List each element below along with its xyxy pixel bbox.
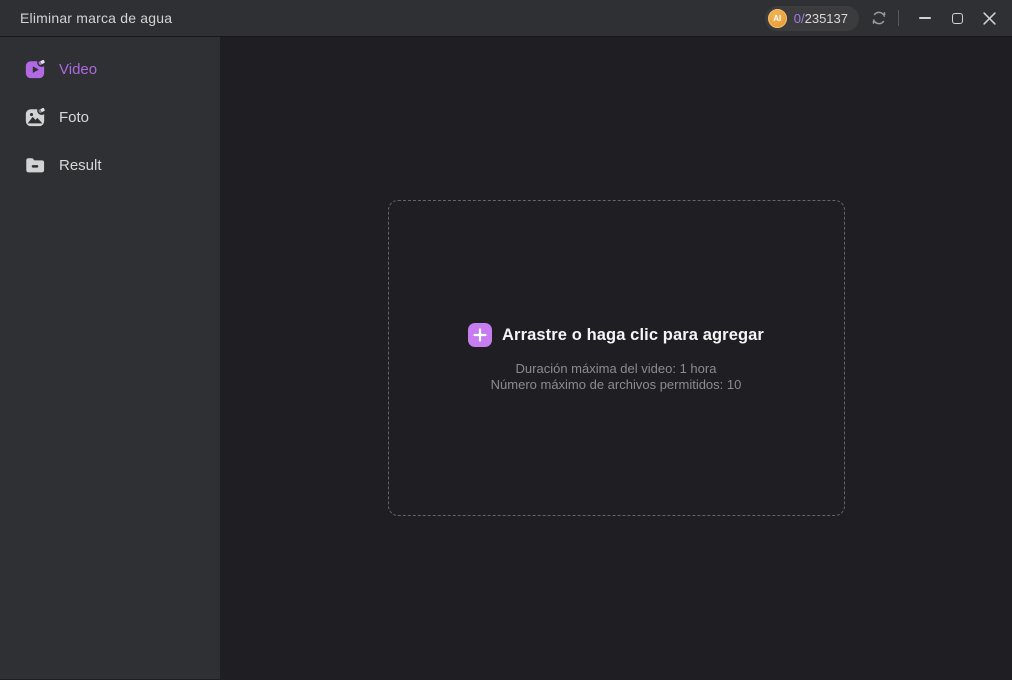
credits-used: 0/ [793,10,805,26]
maximize-icon [951,12,963,24]
refresh-icon[interactable] [866,5,892,31]
minimize-icon [919,17,931,19]
close-icon [982,11,996,25]
sidebar-item-label: Result [59,156,102,174]
upload-dropzone[interactable]: Arrastre o haga clic para agregar Duraci… [387,200,845,516]
result-folder-icon [24,154,46,176]
photo-erase-icon [24,106,46,128]
minimize-button[interactable] [910,3,940,33]
close-button[interactable] [974,3,1004,33]
credits-badge[interactable]: AI 0/ 235137 [764,5,859,31]
titlebar-right: AI 0/ 235137 [764,0,1012,36]
sidebar-item-video[interactable]: Video [0,45,220,93]
window-title: Eliminar marca de agua [20,10,173,26]
credits-total: 235137 [804,10,848,26]
sidebar-item-result[interactable]: Result [0,141,220,189]
add-file-button[interactable] [468,323,493,347]
sidebar-item-foto[interactable]: Foto [0,93,220,141]
sidebar-item-label: Foto [59,108,90,126]
titlebar: Eliminar marca de agua AI 0/ 235137 [0,0,1012,37]
maximize-button[interactable] [942,3,972,33]
sidebar-item-label: Video [59,60,98,78]
app-body: Video Foto Result Arrastre o haga clic p… [0,37,1012,679]
ai-coin-icon: AI [767,8,787,28]
titlebar-divider [898,10,899,26]
video-erase-icon [24,58,46,80]
dropzone-title: Arrastre o haga clic para agregar [502,325,764,344]
dropzone-title-row: Arrastre o haga clic para agregar [468,323,764,347]
plus-icon [473,328,487,342]
main-content: Arrastre o haga clic para agregar Duraci… [220,37,1012,679]
dropzone-hint-duration: Duración máxima del video: 1 hora [515,361,717,376]
dropzone-hint-max-files: Número máximo de archivos permitidos: 10 [490,377,742,392]
sidebar: Video Foto Result [0,37,220,679]
